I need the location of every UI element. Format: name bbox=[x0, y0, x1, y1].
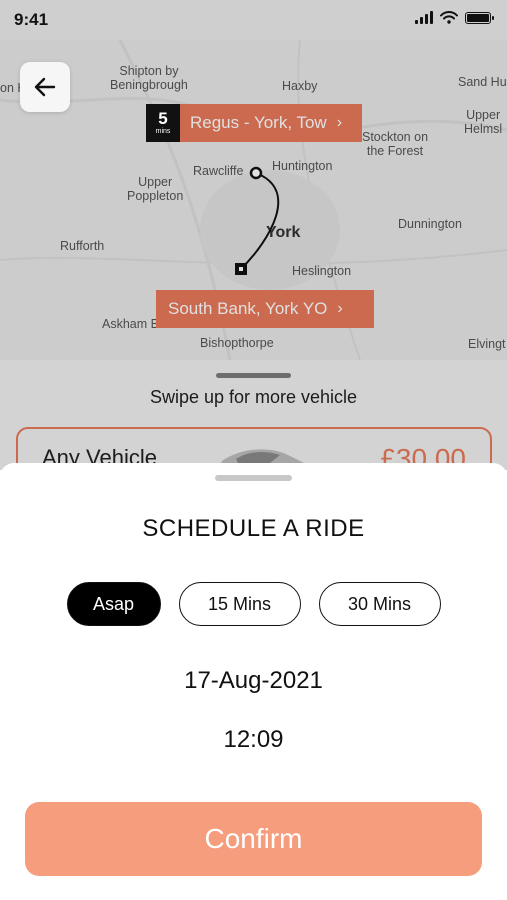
dropoff-location-pill[interactable]: South Bank, York YO › bbox=[156, 290, 374, 328]
dropoff-location-label: South Bank, York YO bbox=[168, 299, 328, 318]
chevron-right-icon: › bbox=[337, 300, 343, 317]
status-icons bbox=[415, 11, 494, 24]
schedule-options: Asap 15 Mins 30 Mins bbox=[0, 582, 507, 626]
option-asap-button[interactable]: Asap bbox=[66, 582, 161, 626]
sheet-handle[interactable] bbox=[215, 475, 292, 481]
chevron-right-icon: › bbox=[336, 114, 343, 131]
sheet-title: SCHEDULE A RIDE bbox=[142, 515, 365, 542]
pickup-location-pill[interactable]: Regus - York, Tow › bbox=[178, 104, 362, 142]
wifi-icon bbox=[440, 11, 458, 24]
eta-value: 5 bbox=[158, 109, 168, 128]
status-bar: 9:41 bbox=[0, 0, 507, 40]
schedule-date-picker[interactable]: 17-Aug-2021 bbox=[0, 667, 507, 695]
eta-unit: mins bbox=[155, 128, 171, 135]
confirm-button[interactable]: Confirm bbox=[25, 802, 482, 876]
route-map[interactable]: Shipton by Beningbrough Haxby Sand Hu Upp… bbox=[0, 40, 507, 360]
battery-icon bbox=[465, 11, 494, 24]
eta-badge: 5 mins bbox=[146, 104, 180, 142]
schedule-ride-sheet: SCHEDULE A RIDE Asap 15 Mins 30 Mins 17-… bbox=[0, 463, 507, 900]
pickup-location-label: Regus - York, Tow bbox=[190, 113, 327, 132]
status-time: 9:41 bbox=[14, 10, 49, 29]
option-15-mins-button[interactable]: 15 Mins bbox=[178, 582, 301, 626]
option-30-mins-button[interactable]: 30 Mins bbox=[318, 582, 441, 626]
schedule-time-picker[interactable]: 12:09 bbox=[0, 726, 507, 754]
back-button[interactable] bbox=[20, 62, 70, 112]
cellular-signal-icon bbox=[415, 11, 433, 24]
pickup-marker-icon bbox=[249, 166, 263, 180]
vehicle-sheet-handle[interactable] bbox=[216, 373, 291, 378]
swipe-hint: Swipe up for more vehicle bbox=[149, 387, 358, 407]
arrow-left-icon bbox=[34, 77, 56, 97]
